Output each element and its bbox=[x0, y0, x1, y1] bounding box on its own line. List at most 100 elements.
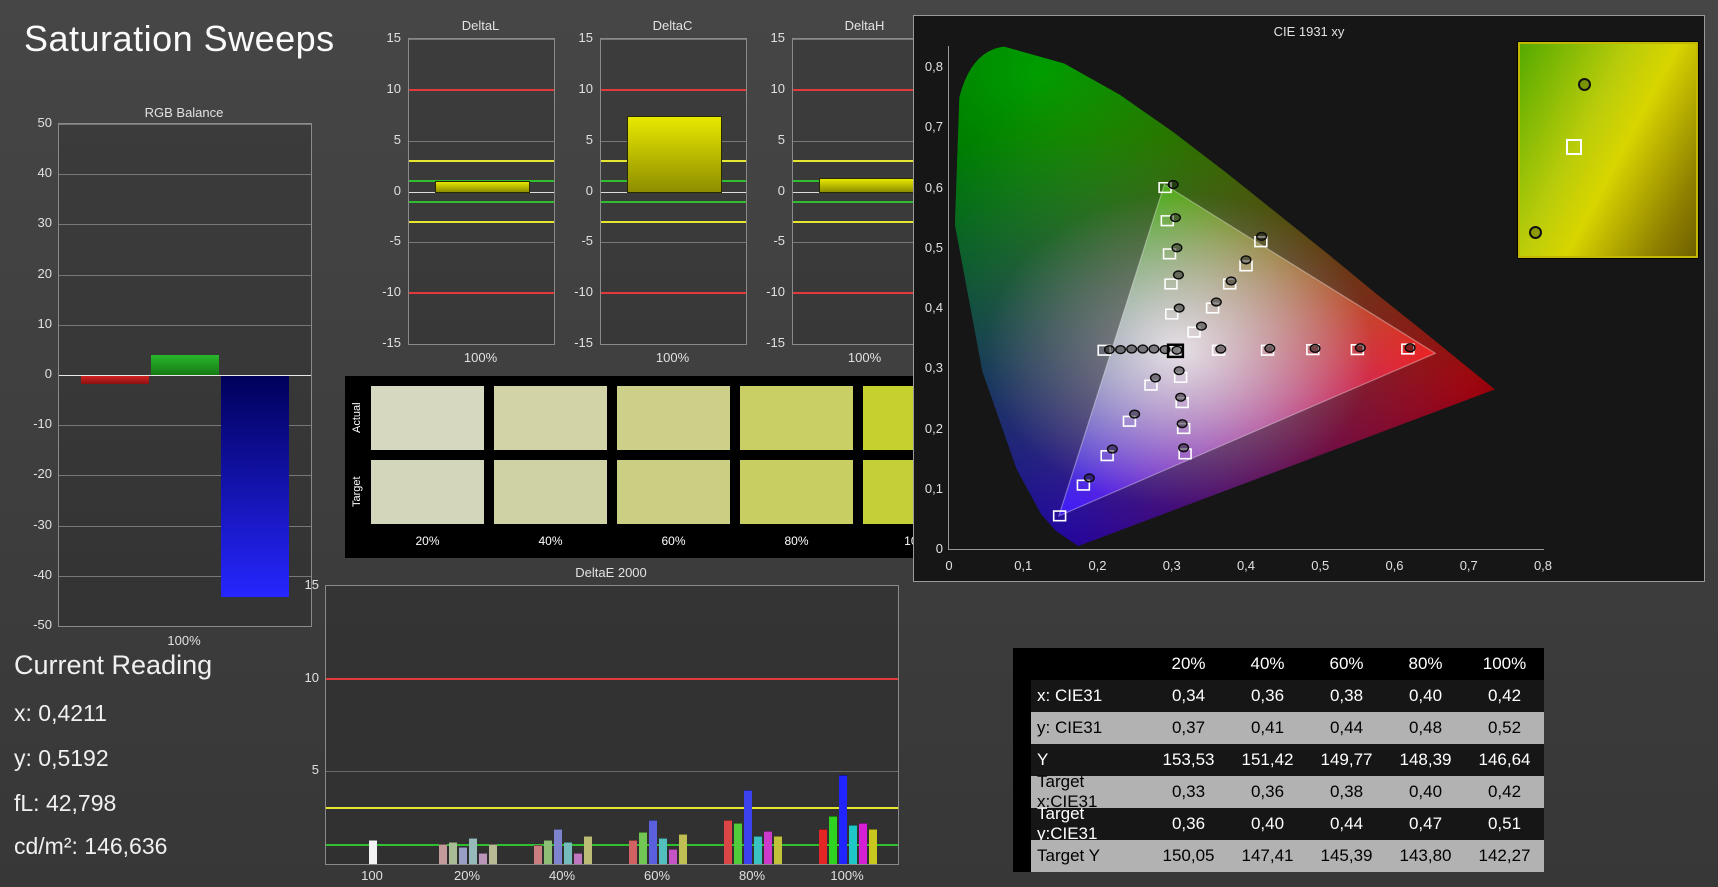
swatch-label: 60% bbox=[661, 534, 686, 548]
table-gutter bbox=[1013, 808, 1031, 840]
measured-marker bbox=[1138, 345, 1148, 353]
table-header: 40% bbox=[1228, 648, 1307, 680]
deltae-bar bbox=[849, 825, 857, 864]
tick-label: 0 bbox=[393, 182, 401, 198]
table-header: 60% bbox=[1307, 648, 1386, 680]
group-label: 20% bbox=[453, 868, 481, 883]
deltac-chart: DeltaC 15 10 5 0 -5 -10 -15 100% bbox=[565, 18, 750, 370]
actual-swatch bbox=[740, 386, 853, 450]
swatch-label: 80% bbox=[784, 534, 809, 548]
inset-measured-marker bbox=[1578, 77, 1592, 91]
tick-label: 5 bbox=[585, 131, 593, 147]
limit-line bbox=[409, 88, 554, 91]
red-bar bbox=[81, 376, 149, 384]
gridline bbox=[601, 39, 746, 40]
deltae-bar bbox=[869, 828, 877, 864]
table-cell: 0,36 bbox=[1149, 808, 1228, 840]
swatch-row-label-actual: Actual bbox=[351, 402, 363, 434]
swatch-row-label-target: Target bbox=[351, 476, 363, 508]
measurement-table: 20% 40% 60% 80% 100% x: CIE31 0,34 0,36 0,38 0,40… bbox=[1013, 648, 1544, 872]
tick-label: 50 bbox=[37, 115, 52, 130]
gridline bbox=[59, 324, 311, 326]
measured-marker bbox=[1149, 345, 1159, 353]
measured-marker bbox=[1105, 346, 1115, 354]
table-cell: 0,40 bbox=[1228, 808, 1307, 840]
table-cell: 0,33 bbox=[1149, 776, 1228, 808]
tick-label: -5 bbox=[389, 233, 401, 249]
swatch-label: 20% bbox=[415, 534, 440, 548]
table-gutter bbox=[1013, 840, 1031, 872]
gridline bbox=[326, 771, 898, 773]
table-cell: 0,42 bbox=[1465, 776, 1544, 808]
green-bar bbox=[151, 354, 219, 375]
deltac-plot-area bbox=[600, 38, 747, 345]
tick-label: 0 bbox=[585, 182, 593, 198]
deltae-bar bbox=[744, 789, 752, 864]
deltae-bar bbox=[534, 845, 542, 864]
deltae-bar bbox=[564, 841, 572, 864]
tick-label: 0,8 bbox=[924, 59, 943, 75]
table-cell: 0,37 bbox=[1149, 712, 1228, 744]
table-gutter bbox=[1013, 680, 1031, 712]
tick-label: 10 bbox=[304, 669, 319, 685]
deltae2000-y-axis-labels: 15 10 5 bbox=[295, 577, 323, 863]
rgb-balance-chart: RGB Balance 50 40 30 20 10 0 -10 -20 -30 -40 -50 1… bbox=[30, 105, 315, 650]
measured-marker bbox=[1265, 344, 1275, 352]
table-cell: 0,48 bbox=[1386, 712, 1465, 744]
cie-y-axis-labels: 0 0,1 0,2 0,3 0,4 0,5 0,6 0,7 0,8 bbox=[914, 16, 947, 581]
tick-label: 5 bbox=[311, 762, 319, 778]
table-cell: 0,38 bbox=[1307, 680, 1386, 712]
table-cell: 151,42 bbox=[1228, 744, 1307, 776]
cie-zoom-inset bbox=[1518, 42, 1698, 258]
limit-line bbox=[601, 292, 746, 295]
group-label: 100 bbox=[361, 868, 383, 883]
tick-label: 0,7 bbox=[924, 119, 943, 135]
tick-label: 0,3 bbox=[1162, 558, 1181, 573]
gridline bbox=[59, 174, 311, 176]
deltae-bar bbox=[679, 834, 687, 864]
table-cell: 0,40 bbox=[1386, 776, 1465, 808]
inset-measured-marker bbox=[1528, 226, 1542, 240]
tick-label: -10 bbox=[33, 416, 52, 432]
swatch-comparison-panel: Actual Target 20%40%60%80%100% bbox=[345, 376, 985, 558]
measured-marker bbox=[1174, 304, 1184, 312]
measured-marker bbox=[1257, 232, 1267, 240]
tick-label: -5 bbox=[773, 233, 785, 249]
table-cell: 0,36 bbox=[1228, 680, 1307, 712]
deltae-bar bbox=[459, 847, 467, 864]
swatch-label: 40% bbox=[538, 534, 563, 548]
page-title: Saturation Sweeps bbox=[24, 18, 335, 59]
tick-label: 0 bbox=[44, 366, 52, 381]
limit-line bbox=[326, 807, 898, 810]
measured-marker bbox=[1405, 344, 1415, 352]
tick-label: 0,6 bbox=[924, 179, 943, 195]
table-cell: 147,41 bbox=[1228, 840, 1307, 872]
tick-label: 5 bbox=[777, 131, 785, 147]
limit-line bbox=[601, 88, 746, 91]
limit-line bbox=[409, 292, 554, 295]
current-reading-cdm2: cd/m²: 146,636 bbox=[14, 833, 168, 859]
deltae-bar bbox=[469, 838, 477, 864]
target-swatch bbox=[617, 460, 730, 524]
measured-marker bbox=[1174, 367, 1184, 375]
deltae-bar bbox=[724, 819, 732, 864]
table-cell: 0,40 bbox=[1386, 680, 1465, 712]
tick-label: -10 bbox=[574, 284, 593, 300]
table-cell: 0,44 bbox=[1307, 712, 1386, 744]
table-cell: 0,52 bbox=[1465, 712, 1544, 744]
group-label: 60% bbox=[643, 868, 671, 883]
tick-label: -5 bbox=[581, 233, 593, 249]
measured-marker bbox=[1171, 214, 1181, 222]
measured-marker bbox=[1151, 374, 1161, 382]
actual-swatch bbox=[494, 386, 607, 450]
gridline bbox=[601, 242, 746, 244]
tick-label: -30 bbox=[33, 516, 52, 532]
deltae2000-chart: DeltaE 2000 15 10 5 100 20% 40% 60% 80% 100% bbox=[295, 565, 910, 887]
gridline bbox=[409, 344, 554, 345]
table-header: 20% bbox=[1149, 648, 1228, 680]
table-cell: 148,39 bbox=[1386, 744, 1465, 776]
tick-label: 0,3 bbox=[924, 360, 943, 376]
table-cell: 146,64 bbox=[1465, 744, 1544, 776]
current-reading-x: x: 0,4211 bbox=[14, 700, 107, 726]
gridline bbox=[59, 626, 311, 627]
